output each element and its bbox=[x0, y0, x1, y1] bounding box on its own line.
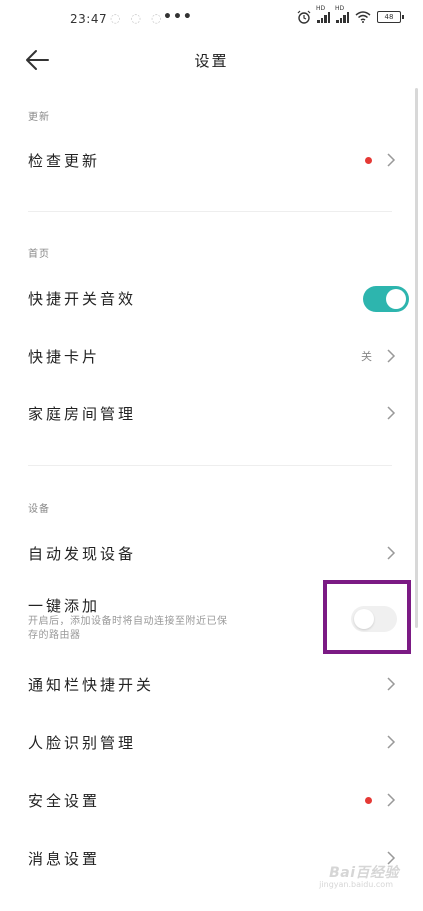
message-settings-label: 消息设置 bbox=[28, 850, 101, 868]
section-label-update: 更新 bbox=[28, 112, 50, 123]
auto-discover-label: 自动发现设备 bbox=[28, 545, 137, 563]
quick-switch-sound-row: 快捷开关音效 bbox=[0, 278, 410, 318]
security-badge-dot bbox=[365, 797, 372, 804]
signal-icon: HD bbox=[335, 5, 349, 23]
room-management-label: 家庭房间管理 bbox=[28, 405, 137, 423]
auto-discover-row[interactable]: 自动发现设备 bbox=[0, 533, 410, 573]
update-badge-dot bbox=[365, 157, 372, 164]
notification-shortcut-row[interactable]: 通知栏快捷开关 bbox=[0, 664, 410, 704]
alarm-icon bbox=[297, 10, 311, 24]
status-time: 23:47 bbox=[70, 12, 108, 26]
quick-card-row[interactable]: 快捷卡片 关 bbox=[0, 336, 410, 376]
notification-icon: ◌ bbox=[110, 11, 121, 25]
security-settings-row[interactable]: 安全设置 bbox=[0, 780, 410, 820]
chevron-right-icon bbox=[387, 546, 396, 560]
section-label-homepage: 首页 bbox=[28, 249, 50, 260]
face-recognition-row[interactable]: 人脸识别管理 bbox=[0, 722, 410, 762]
one-click-add-description-line: 开启后，添加设备时将自动连接至附近已保 bbox=[28, 616, 228, 627]
watermark-url: jingyan.baidu.com bbox=[319, 880, 393, 889]
signal-icon: HD bbox=[316, 5, 330, 23]
status-notification-icons: ◌ ◌ ◌ bbox=[110, 11, 161, 25]
wifi-icon bbox=[355, 11, 371, 23]
chevron-right-icon bbox=[387, 735, 396, 749]
notification-shortcut-label: 通知栏快捷开关 bbox=[28, 676, 155, 694]
notification-icon: ◌ bbox=[150, 11, 162, 25]
highlight-annotation-box bbox=[323, 580, 411, 654]
header: 设置 bbox=[0, 38, 423, 83]
chevron-right-icon bbox=[387, 406, 396, 420]
chevron-right-icon bbox=[387, 153, 396, 167]
one-click-add-description: 开启后，添加设备时将自动连接至附近已保 存的路由器 bbox=[28, 615, 288, 643]
section-label-device: 设备 bbox=[28, 504, 50, 515]
face-recognition-label: 人脸识别管理 bbox=[28, 734, 137, 752]
security-settings-label: 安全设置 bbox=[28, 792, 101, 810]
divider bbox=[28, 211, 392, 212]
scrollbar[interactable] bbox=[415, 88, 418, 628]
chevron-right-icon bbox=[387, 677, 396, 691]
status-right-icons: HD HD 48 bbox=[297, 5, 404, 24]
one-click-add-description-line: 存的路由器 bbox=[28, 630, 81, 641]
check-update-row[interactable]: 检查更新 bbox=[0, 140, 410, 180]
chevron-right-icon bbox=[387, 349, 396, 363]
more-notifications-icon: ••• bbox=[163, 9, 193, 25]
divider bbox=[28, 465, 392, 466]
watermark-logo: Bai百经验 bbox=[329, 865, 399, 881]
quick-switch-sound-toggle[interactable] bbox=[363, 286, 409, 312]
chevron-right-icon bbox=[387, 793, 396, 807]
toggle-knob bbox=[386, 289, 406, 309]
check-update-label: 检查更新 bbox=[28, 152, 101, 170]
battery-icon: 48 bbox=[377, 11, 404, 23]
page-title: 设置 bbox=[194, 52, 229, 70]
status-bar: 23:47 ◌ ◌ ◌ ••• HD HD 48 bbox=[0, 0, 423, 38]
notification-icon: ◌ bbox=[130, 11, 141, 25]
quick-switch-sound-label: 快捷开关音效 bbox=[28, 290, 137, 308]
one-click-add-label: 一键添加 bbox=[28, 597, 101, 615]
quick-card-label: 快捷卡片 bbox=[28, 348, 101, 366]
quick-card-value: 关 bbox=[361, 350, 372, 363]
room-management-row[interactable]: 家庭房间管理 bbox=[0, 393, 410, 433]
